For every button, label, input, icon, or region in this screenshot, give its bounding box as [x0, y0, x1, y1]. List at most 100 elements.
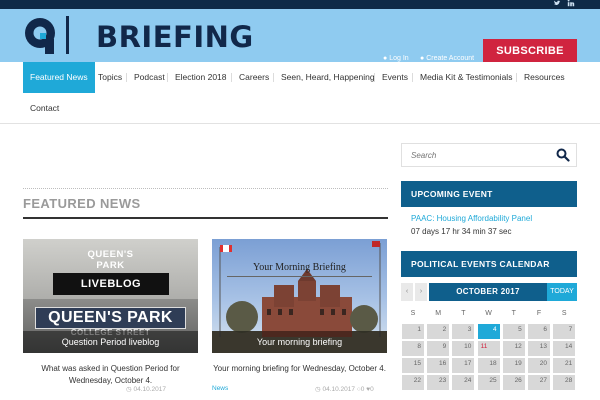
calendar-day[interactable]: 8 [401, 340, 425, 357]
calendar-day[interactable]: 4 [476, 323, 501, 340]
search-box [401, 143, 577, 167]
calendar-day[interactable]: 10 [451, 340, 476, 357]
nav-divider [167, 73, 168, 82]
calendar-day[interactable]: 22 [401, 374, 425, 391]
card-date-text: 04.10.2017 [133, 386, 167, 393]
logo-divider [66, 16, 69, 54]
calendar-day[interactable]: 12 [501, 340, 526, 357]
card-caption[interactable]: Question Period liveblog [23, 331, 198, 353]
nav-divider [231, 73, 232, 82]
calendar-day[interactable]: 28 [552, 374, 577, 391]
create-account-label: Create Account [426, 55, 475, 62]
calendar-week: 8 9 10 11 12 13 14 [401, 340, 577, 357]
dotted-divider [23, 188, 388, 189]
main-nav: Featured News Topics Podcast Election 20… [0, 62, 600, 124]
calendar-day[interactable]: 3 [451, 323, 476, 340]
calendar-day[interactable]: 20 [527, 357, 551, 374]
calendar-weekday: S [410, 310, 416, 317]
event-title-link[interactable]: PAAC: Housing Affordability Panel [411, 214, 532, 223]
nav-contact[interactable]: Contact [30, 93, 59, 124]
site-logo[interactable]: BRIEFING [22, 13, 253, 59]
calendar-weekday: S [561, 310, 567, 317]
calendar-week: 15 16 17 18 19 20 21 [401, 357, 577, 374]
calendar-weekday: W [485, 310, 492, 317]
calendar-day[interactable]: 23 [426, 374, 451, 391]
search-input[interactable] [402, 144, 552, 166]
category-tag[interactable]: News [212, 385, 228, 392]
subscribe-button[interactable]: SUBSCRIBE [483, 39, 577, 63]
calendar-day[interactable]: 27 [527, 374, 551, 391]
calendar-weekday: M [435, 310, 442, 317]
nav-divider [516, 73, 517, 82]
nav-media-kit[interactable]: Media Kit & Testimonials [420, 62, 512, 93]
calendar-month: OCTOBER 2017 [429, 283, 547, 301]
nav-podcast[interactable]: Podcast [134, 62, 165, 93]
prev-month-button[interactable]: ‹ [401, 283, 413, 301]
calendar-week: 1234567 [401, 323, 577, 340]
brand-name: BRIEFING [96, 20, 254, 54]
card-date-text: 04.10.2017 [322, 386, 356, 393]
login-label: Log In [389, 55, 409, 62]
calendar-day[interactable]: 21 [552, 357, 577, 374]
event-countdown: 07 days 17 hr 34 min 37 sec [411, 227, 512, 236]
card-meta: ◷ 04.10.2017 ○0 ♥0 [315, 385, 374, 393]
calendar-day[interactable]: 16 [426, 357, 451, 374]
card-caption[interactable]: Your morning briefing [212, 331, 387, 353]
calendar-day[interactable]: 19 [501, 357, 526, 374]
nav-resources[interactable]: Resources [524, 62, 565, 93]
liveblog-sign: LIVEBLOG [53, 273, 169, 295]
nav-careers[interactable]: Careers [239, 62, 269, 93]
calendar-day[interactable]: 14 [552, 340, 577, 357]
calendar-day[interactable]: 1 [401, 323, 425, 340]
upcoming-event-heading: UPCOMING EVENT [401, 181, 577, 207]
calendar-weekday: T [511, 310, 516, 317]
top-strip [0, 0, 600, 9]
nav-divider [126, 73, 127, 82]
calendar-toolbar: ‹ › OCTOBER 2017 TODAY [401, 283, 577, 301]
station-sign-top: QUEEN'S PARK [87, 249, 134, 271]
logo-mark-icon [25, 18, 55, 54]
calendar-day[interactable]: 25 [476, 374, 501, 391]
next-month-button[interactable]: › [415, 283, 427, 301]
calendar-day[interactable]: 24 [451, 374, 476, 391]
nav-divider [374, 73, 375, 82]
search-icon[interactable] [556, 148, 570, 162]
nav-divider [273, 73, 274, 82]
calendar-day[interactable]: 18 [476, 357, 501, 374]
calendar-day[interactable]: 15 [401, 357, 425, 374]
calendar-week: 22 23 24 25 26 27 28 [401, 374, 577, 391]
calendar-heading: POLITICAL EVENTS CALENDAR [401, 251, 577, 277]
calendar-day[interactable]: 13 [527, 340, 551, 357]
card-description: What was asked in Question Period for We… [41, 364, 180, 385]
calendar-day[interactable]: 9 [426, 340, 451, 357]
nav-featured-news[interactable]: Featured News [23, 62, 95, 93]
calendar-weekday-row: SMTWTFS [401, 306, 577, 323]
calendar-day[interactable]: 2 [426, 323, 451, 340]
calendar-day[interactable]: 17 [451, 357, 476, 374]
featured-news-heading: FEATURED NEWS [23, 196, 141, 211]
morning-briefing-banner: Your Morning Briefing [227, 259, 372, 277]
heading-rule [23, 217, 388, 219]
calendar-weekday: F [536, 310, 542, 317]
calendar-grid: S M T W T F S 1 2 3 4 5 6 7 8 9 10 11 12 13 14 15 16 17 18 19 20 21… [401, 306, 577, 391]
calendar-day[interactable]: 7 [552, 323, 577, 340]
card-image-liveblog[interactable]: QUEEN'S PARK LIVEBLOG QUEEN'S PARK COLLE… [23, 239, 198, 353]
card-description: Your morning briefing for Wednesday, Oct… [213, 364, 386, 373]
calendar-day[interactable]: 5 [501, 323, 526, 340]
nav-seen-heard[interactable]: Seen, Heard, Happening [281, 62, 375, 93]
card-date: ◷ 04.10.2017 [126, 385, 166, 393]
calendar-day[interactable]: 26 [501, 374, 526, 391]
comment-count: 0 [360, 386, 365, 393]
like-count: 0 [370, 386, 374, 393]
calendar-day[interactable]: 11 [476, 340, 501, 357]
site-header: BRIEFING ● Log In ● Create Account SUBSCRI… [0, 9, 600, 63]
station-sign-main: QUEEN'S PARK [35, 307, 186, 329]
today-button[interactable]: TODAY [547, 283, 577, 301]
nav-election-2018[interactable]: Election 2018 [175, 62, 227, 93]
calendar-weekday: T [461, 310, 466, 317]
card-image-morning-briefing[interactable]: Your Morning Briefing Your morning brief… [212, 239, 387, 353]
calendar-day[interactable]: 6 [527, 323, 551, 340]
nav-events[interactable]: Events [382, 62, 408, 93]
nav-divider [412, 73, 413, 82]
nav-topics[interactable]: Topics [98, 62, 122, 93]
